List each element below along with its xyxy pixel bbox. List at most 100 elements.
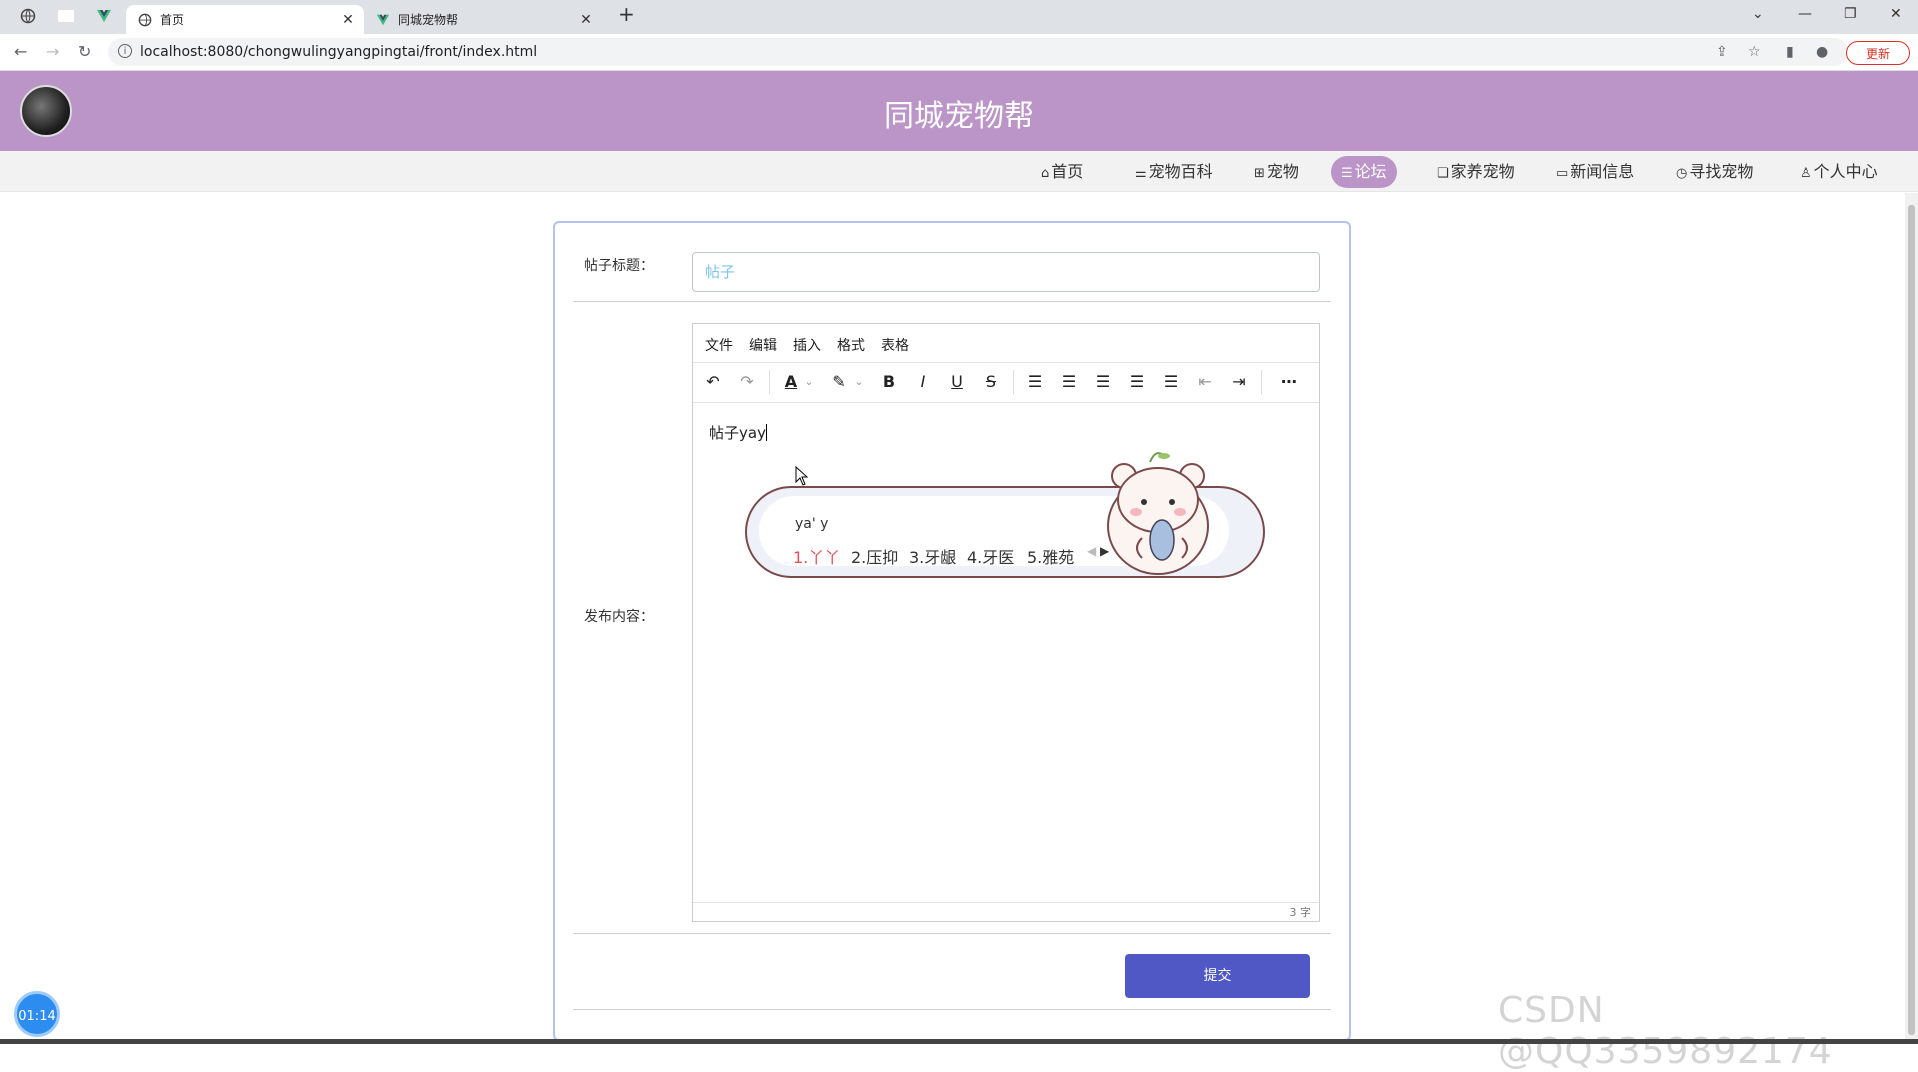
restore-icon[interactable]: ❐ bbox=[1844, 6, 1857, 22]
undo-icon[interactable]: ↶ bbox=[703, 372, 723, 392]
align-left-icon[interactable]: ☰ bbox=[1059, 372, 1079, 392]
nav-item-pets[interactable]: ⊞ 宠物 bbox=[1244, 156, 1309, 188]
text-color-icon[interactable]: A bbox=[781, 372, 801, 392]
forum-icon: ☰ bbox=[1341, 166, 1353, 181]
tab-home[interactable]: 首页 ✕ bbox=[126, 5, 364, 34]
divider bbox=[573, 1009, 1331, 1010]
user-icon: ♙ bbox=[1800, 166, 1812, 181]
tab-site[interactable]: 同城宠物帮 ✕ bbox=[364, 5, 602, 34]
taskbar-strip bbox=[0, 1039, 1918, 1044]
align-center-icon[interactable]: ☰ bbox=[1093, 372, 1113, 392]
menu-insert[interactable]: 插入 bbox=[793, 335, 821, 355]
strikethrough-icon[interactable]: S bbox=[981, 372, 1001, 392]
sidepanel-icon[interactable]: ▮ bbox=[1786, 44, 1794, 60]
underline-icon[interactable]: U bbox=[947, 372, 967, 392]
rich-text-editor: 文件 编辑 插入 格式 表格 ↶ ↷ A ⌄ ✎ ⌄ B I U S ☰ ☰ ☰… bbox=[692, 323, 1320, 922]
bear-mascot-image bbox=[1107, 452, 1209, 575]
redo-icon[interactable]: ↷ bbox=[737, 372, 757, 392]
text-caret bbox=[765, 424, 767, 441]
toolbar-separator bbox=[1261, 370, 1262, 394]
recording-timer: 01:14 bbox=[14, 991, 60, 1037]
editor-toolbar: ↶ ↷ A ⌄ ✎ ⌄ B I U S ☰ ☰ ☰ ☰ ☰ ⇤ ⇥ ⋯ bbox=[693, 362, 1319, 403]
browser-tab-strip: 首页 ✕ 同城宠物帮 ✕ + ⌄ — ❐ ✕ bbox=[0, 0, 1918, 34]
menu-table[interactable]: 表格 bbox=[881, 335, 909, 355]
divider bbox=[573, 301, 1331, 302]
blank-tab-icon[interactable] bbox=[58, 10, 74, 22]
word-count: 3 字 bbox=[1289, 906, 1312, 919]
more-icon[interactable]: ⋯ bbox=[1277, 372, 1301, 392]
watermark: CSDN @QQ3359892174 bbox=[1498, 990, 1833, 1072]
toolbar-separator bbox=[769, 370, 770, 394]
update-button[interactable]: 更新 bbox=[1846, 41, 1910, 65]
address-bar[interactable]: i localhost:8080/chongwulingyangpingtai/… bbox=[108, 38, 1848, 66]
site-header: 同城宠物帮 bbox=[0, 71, 1918, 151]
scrollbar-thumb[interactable] bbox=[1908, 205, 1915, 1035]
sliders-icon: ⚌ bbox=[1135, 166, 1147, 181]
globe-icon bbox=[138, 13, 152, 27]
back-icon[interactable]: ← bbox=[14, 42, 27, 61]
minimize-icon[interactable]: — bbox=[1798, 6, 1812, 22]
italic-icon[interactable]: I bbox=[913, 372, 933, 392]
title-label: 帖子标题： bbox=[584, 258, 654, 274]
align-justify-icon[interactable]: ☰ bbox=[1161, 372, 1181, 392]
menu-file[interactable]: 文件 bbox=[705, 335, 733, 355]
url-text: localhost:8080/chongwulingyangpingtai/fr… bbox=[140, 44, 538, 60]
nav-item-news[interactable]: ▭ 新闻信息 bbox=[1546, 156, 1644, 188]
page-scrollbar[interactable] bbox=[1905, 193, 1918, 1044]
chevron-down-icon[interactable]: ⌄ bbox=[1752, 6, 1764, 22]
profile-icon[interactable]: ● bbox=[1816, 44, 1828, 60]
close-window-icon[interactable]: ✕ bbox=[1890, 6, 1902, 22]
star-icon[interactable]: ☆ bbox=[1748, 44, 1761, 60]
globe-icon[interactable] bbox=[20, 8, 36, 24]
tab-title: 同城宠物帮 bbox=[398, 13, 459, 27]
ime-candidate[interactable]: 4.牙医 bbox=[967, 544, 1014, 568]
address-bar-row: ← → ↻ i localhost:8080/chongwulingyangpi… bbox=[0, 34, 1918, 71]
nav-item-profile[interactable]: ♙ 个人中心 bbox=[1790, 156, 1888, 188]
editor-content-area[interactable]: 帖子yay bbox=[693, 402, 1319, 822]
submit-button[interactable]: 提交 bbox=[1125, 954, 1310, 998]
menu-format[interactable]: 格式 bbox=[837, 335, 865, 355]
reload-icon[interactable]: ↻ bbox=[78, 42, 91, 61]
chevron-down-icon[interactable]: ⌄ bbox=[803, 372, 815, 392]
tab-title: 首页 bbox=[160, 13, 185, 27]
editor-statusbar: 3 字 bbox=[693, 902, 1319, 921]
highlight-color-icon[interactable]: ✎ bbox=[829, 372, 849, 392]
menu-edit[interactable]: 编辑 bbox=[749, 335, 777, 355]
grid-icon: ⊞ bbox=[1254, 166, 1265, 181]
bold-icon[interactable]: B bbox=[879, 372, 899, 392]
close-icon[interactable]: ✕ bbox=[578, 12, 594, 28]
toolbar-separator bbox=[1013, 370, 1014, 394]
nav-item-home[interactable]: ⌂ 首页 bbox=[1031, 156, 1093, 188]
content-label: 发布内容： bbox=[584, 609, 654, 625]
book-icon: ▭ bbox=[1556, 166, 1569, 181]
align-right-icon[interactable]: ☰ bbox=[1127, 372, 1147, 392]
editor-text: 帖子yay bbox=[709, 424, 767, 442]
ime-candidate[interactable]: 2.压抑 bbox=[851, 544, 898, 568]
forward-icon[interactable]: → bbox=[46, 42, 59, 61]
ime-candidate[interactable]: 1.丫丫 bbox=[793, 544, 840, 568]
ime-composition: ya' y bbox=[795, 516, 829, 532]
nav-item-encyclopedia[interactable]: ⚌ 宠物百科 bbox=[1125, 156, 1223, 188]
post-title-input[interactable]: 帖子 bbox=[692, 252, 1320, 292]
divider bbox=[573, 933, 1331, 934]
home-icon: ⌂ bbox=[1041, 166, 1050, 181]
nav-item-find-pets[interactable]: ◷ 寻找宠物 bbox=[1666, 156, 1763, 188]
outdent-icon[interactable]: ⇤ bbox=[1195, 372, 1215, 392]
main-nav: ⌂ 首页 ⚌ 宠物百科 ⊞ 宠物 ☰ 论坛 ❏ 家养宠物 ▭ 新闻信息 ◷ 寻找宠物 ♙ 个人中… bbox=[0, 151, 1918, 192]
share-icon[interactable]: ⇪ bbox=[1716, 44, 1728, 60]
info-icon[interactable]: i bbox=[118, 44, 132, 58]
close-icon[interactable]: ✕ bbox=[340, 12, 356, 28]
nav-item-home-pets[interactable]: ❏ 家养宠物 bbox=[1427, 156, 1525, 188]
line-height-icon[interactable]: ☰ bbox=[1025, 372, 1045, 392]
mouse-cursor-icon bbox=[795, 466, 809, 486]
ime-candidate[interactable]: 5.雅苑 bbox=[1027, 544, 1074, 568]
vue-icon bbox=[376, 13, 390, 27]
chevron-down-icon[interactable]: ⌄ bbox=[853, 372, 865, 392]
nav-item-forum[interactable]: ☰ 论坛 bbox=[1331, 156, 1397, 188]
new-tab-icon[interactable]: + bbox=[618, 2, 635, 26]
editor-menubar: 文件 编辑 插入 格式 表格 bbox=[693, 324, 1319, 363]
indent-icon[interactable]: ⇥ bbox=[1229, 372, 1249, 392]
site-title: 同城宠物帮 bbox=[884, 99, 1034, 134]
vue-icon[interactable] bbox=[96, 8, 112, 24]
ime-candidate[interactable]: 3.牙龈 bbox=[909, 544, 956, 568]
